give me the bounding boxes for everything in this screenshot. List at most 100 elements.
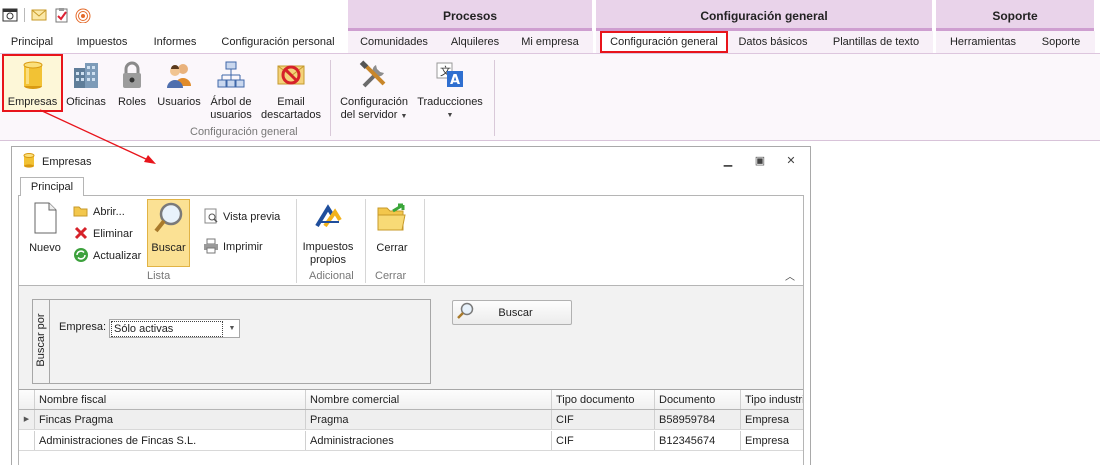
grid-header-row: Nombre fiscal Nombre comercial Tipo docu… [19, 390, 803, 410]
context-group-soporte: Soporte [936, 0, 1095, 31]
ribbon-divider [330, 60, 331, 136]
print-preview-icon [203, 208, 219, 227]
folder-exit-icon [376, 202, 408, 236]
configuracion-servidor-button[interactable]: Configuración del servidor ▼ [336, 56, 412, 123]
empresas-grid: Nombre fiscal Nombre comercial Tipo docu… [19, 389, 803, 465]
abrir-button[interactable]: Abrir... [73, 202, 125, 222]
traducciones-button[interactable]: 文A Traducciones ▼ [416, 56, 484, 122]
tab-mi-empresa[interactable]: Mi empresa [515, 31, 585, 53]
ribbon-divider [296, 199, 297, 283]
table-cell: Administraciones de Fincas S.L. [35, 431, 306, 450]
vista-previa-button[interactable]: Vista previa [203, 207, 280, 227]
empresa-label: Empresa: [59, 321, 107, 333]
group-label-lista: Lista [147, 270, 171, 282]
config-servidor-text: del servidor [340, 109, 398, 121]
restore-icon[interactable]: ▣ [752, 154, 768, 168]
buscar-por-label: Buscar por [35, 313, 47, 367]
org-tree-icon [215, 59, 247, 91]
group-label-adicional: Adicional [309, 270, 354, 282]
cerrar-button[interactable]: Cerrar [372, 202, 412, 255]
dropdown-arrow-icon: ▼ [446, 112, 454, 119]
empresa-select[interactable]: Sólo activas ▼ [109, 319, 240, 338]
search-panel-tab[interactable]: Buscar por [33, 300, 50, 383]
column-header[interactable]: Nombre comercial [306, 390, 552, 409]
padlock-icon [116, 59, 148, 91]
tab-comunidades[interactable]: Comunidades [355, 31, 433, 53]
column-header[interactable]: Tipo documento [552, 390, 655, 409]
app-menu-icon[interactable] [2, 7, 18, 23]
traducciones-label: Traducciones [417, 96, 483, 108]
mail-icon[interactable] [31, 7, 47, 23]
empresa-select-value: Sólo activas [111, 320, 223, 337]
tab-principal[interactable]: Principal [4, 31, 60, 53]
close-icon[interactable]: ✕ [783, 154, 799, 168]
tab-soporte[interactable]: Soporte [1034, 31, 1088, 53]
nuevo-label: Nuevo [29, 242, 61, 254]
tab-principal[interactable]: Principal [20, 177, 84, 197]
dropdown-arrow-icon: ▼ [400, 113, 408, 120]
config-servidor-label-line2: del servidor ▼ [341, 109, 408, 123]
actualizar-button[interactable]: Actualizar [73, 246, 141, 266]
actualizar-label: Actualizar [93, 250, 142, 262]
search-submit-button[interactable]: Buscar [452, 300, 572, 325]
ribbon-tabs: Principal Impuestos Informes Configuraci… [0, 31, 1100, 53]
tax-agency-logo-icon [313, 202, 343, 236]
vista-previa-label: Vista previa [223, 211, 281, 223]
collapse-ribbon-icon[interactable]: ︿ [785, 268, 795, 283]
window-title: Empresas [42, 156, 92, 168]
tab-configuracion-general[interactable]: Configuración general [600, 31, 728, 53]
clipboard-check-icon[interactable] [53, 7, 69, 23]
tab-herramientas[interactable]: Herramientas [944, 31, 1022, 53]
toolbar-divider [24, 8, 25, 22]
quick-access-toolbar [0, 0, 348, 30]
minimize-icon[interactable]: ▁ [720, 154, 736, 168]
column-header[interactable]: Nombre fiscal [35, 390, 306, 409]
refresh-icon [73, 247, 89, 266]
ribbon-panel: Empresas Oficinas Roles Usuarios Árbol d… [0, 53, 1100, 141]
row-indicator [19, 431, 35, 450]
magnifier-icon [456, 302, 474, 323]
oficinas-button[interactable]: Oficinas [64, 56, 108, 109]
table-cell: CIF [552, 410, 655, 429]
group-label-cerrar: Cerrar [375, 270, 407, 282]
svg-text:A: A [450, 73, 460, 88]
nuevo-button[interactable]: Nuevo [27, 202, 63, 255]
tools-icon [358, 59, 390, 91]
column-header[interactable]: Tipo industri [741, 390, 803, 409]
tab-impuestos[interactable]: Impuestos [70, 31, 134, 53]
context-group-label: Procesos [442, 8, 498, 23]
tab-configuracion-personal[interactable]: Configuración personal [216, 31, 340, 53]
chevron-down-icon[interactable]: ▼ [225, 325, 239, 332]
table-cell: Fincas Pragma [35, 410, 306, 429]
tab-plantillas-de-texto[interactable]: Plantillas de texto [826, 31, 926, 53]
arbol-label-line2: usuarios [210, 109, 252, 121]
roles-button[interactable]: Roles [112, 56, 152, 109]
email-descartados-button[interactable]: Email descartados [258, 56, 324, 122]
eliminar-button[interactable]: Eliminar [73, 224, 133, 244]
empresas-window: Empresas ▁ ▣ ✕ Principal Nuevo Abrir... … [11, 146, 811, 465]
impuestos-propios-button[interactable]: Impuestos propios [302, 202, 354, 267]
table-row[interactable]: Administraciones de Fincas S.L. Administ… [19, 431, 803, 451]
abrir-label: Abrir... [93, 206, 125, 218]
impuestos-label-line1: Impuestos [302, 241, 354, 253]
window-titlebar[interactable]: Empresas [12, 147, 810, 177]
table-cell: Administraciones [306, 431, 552, 450]
content-area: Buscar por Empresa: Sólo activas ▼ Busca… [18, 286, 804, 465]
empresas-button[interactable]: Empresas [2, 54, 63, 112]
impuestos-label-line2: propios [309, 254, 347, 266]
imprimir-label: Imprimir [223, 241, 263, 253]
tab-alquileres[interactable]: Alquileres [444, 31, 506, 53]
column-header[interactable]: Documento [655, 390, 741, 409]
imprimir-button[interactable]: Imprimir [203, 237, 263, 257]
usuarios-button[interactable]: Usuarios [154, 56, 204, 109]
printer-icon [203, 238, 219, 257]
broadcast-icon[interactable] [75, 7, 91, 23]
arbol-usuarios-button[interactable]: Árbol de usuarios [206, 56, 256, 122]
table-row[interactable]: ▶ Fincas Pragma Pragma CIF B58959784 Emp… [19, 410, 803, 430]
office-building-icon [70, 59, 102, 91]
cerrar-label: Cerrar [376, 242, 408, 254]
buscar-button[interactable]: Buscar [148, 201, 189, 255]
context-group-procesos: Procesos [348, 0, 593, 31]
tab-informes[interactable]: Informes [146, 31, 204, 53]
tab-datos-basicos[interactable]: Datos básicos [735, 31, 811, 53]
